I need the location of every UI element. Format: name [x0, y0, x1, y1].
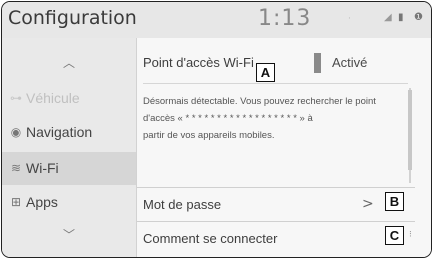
apps-icon: ⊞: [10, 195, 22, 209]
hotspot-row: Point d'accès Wi-Fi Activé Désormais dét…: [137, 38, 415, 188]
password-label: Mot de passe: [143, 197, 222, 212]
chevron-down-icon[interactable]: ﹀: [2, 226, 136, 243]
battery-icon: ▮: [398, 12, 404, 23]
header-bar: Configuration 1:13 · ◢ ▮ ❶: [2, 2, 431, 38]
connect-label: Comment se connecter: [143, 231, 278, 246]
scroll-edge-marker: ⁝: [409, 230, 412, 240]
main-panel: Point d'accès Wi-Fi Activé Désormais dét…: [137, 38, 431, 257]
screen: Configuration 1:13 · ◢ ▮ ❶ ︿ ⊶ Véhicule …: [1, 1, 432, 258]
callout-c: C: [385, 226, 404, 245]
sidebar-item-label: Véhicule: [26, 90, 80, 106]
sidebar-item-label: Wi-Fi: [26, 160, 59, 176]
hotspot-description: Désormais détectable. Vous pouvez recher…: [143, 93, 403, 144]
status-indicator: ·: [348, 14, 351, 24]
scrollbar-thumb[interactable]: [408, 90, 412, 170]
password-row[interactable]: Mot de passe >: [137, 188, 415, 222]
clock: 1:13: [258, 6, 312, 31]
alert-icon: ❶: [414, 12, 423, 23]
callout-a: A: [256, 63, 275, 82]
car-icon: ⊶: [10, 91, 22, 105]
hotspot-toggle-indicator[interactable]: [314, 53, 321, 73]
sidebar-item-vehicule: ⊶ Véhicule: [2, 84, 136, 114]
page-title: Configuration: [8, 7, 137, 29]
description-line: Désormais détectable. Vous pouvez recher…: [143, 96, 376, 107]
chevron-right-icon: >: [362, 196, 374, 212]
signal-icon: ◢: [384, 12, 392, 23]
callout-b: B: [385, 192, 404, 211]
hotspot-toggle-value[interactable]: Activé: [332, 55, 367, 70]
sidebar-item-label: Navigation: [26, 124, 93, 140]
description-line: partir de vos appareils mobiles.: [143, 130, 275, 141]
wifi-icon: ≋: [10, 161, 22, 175]
description-line: d'accès « * * * * * * * * * * * * * * * …: [143, 113, 313, 124]
divider: [143, 83, 408, 84]
sidebar-item-navigation[interactable]: ◉ Navigation: [2, 118, 136, 148]
sidebar-item-apps[interactable]: ⊞ Apps: [2, 188, 136, 218]
sidebar: ︿ ⊶ Véhicule ◉ Navigation ≋ Wi-Fi ⊞ Apps…: [2, 38, 137, 257]
chevron-up-icon[interactable]: ︿: [2, 54, 136, 71]
sidebar-item-wifi[interactable]: ≋ Wi-Fi: [2, 152, 136, 185]
navigation-icon: ◉: [10, 125, 22, 139]
connect-row[interactable]: Comment se connecter: [137, 222, 415, 257]
sidebar-item-label: Apps: [26, 194, 58, 210]
hotspot-label: Point d'accès Wi-Fi: [143, 55, 254, 70]
